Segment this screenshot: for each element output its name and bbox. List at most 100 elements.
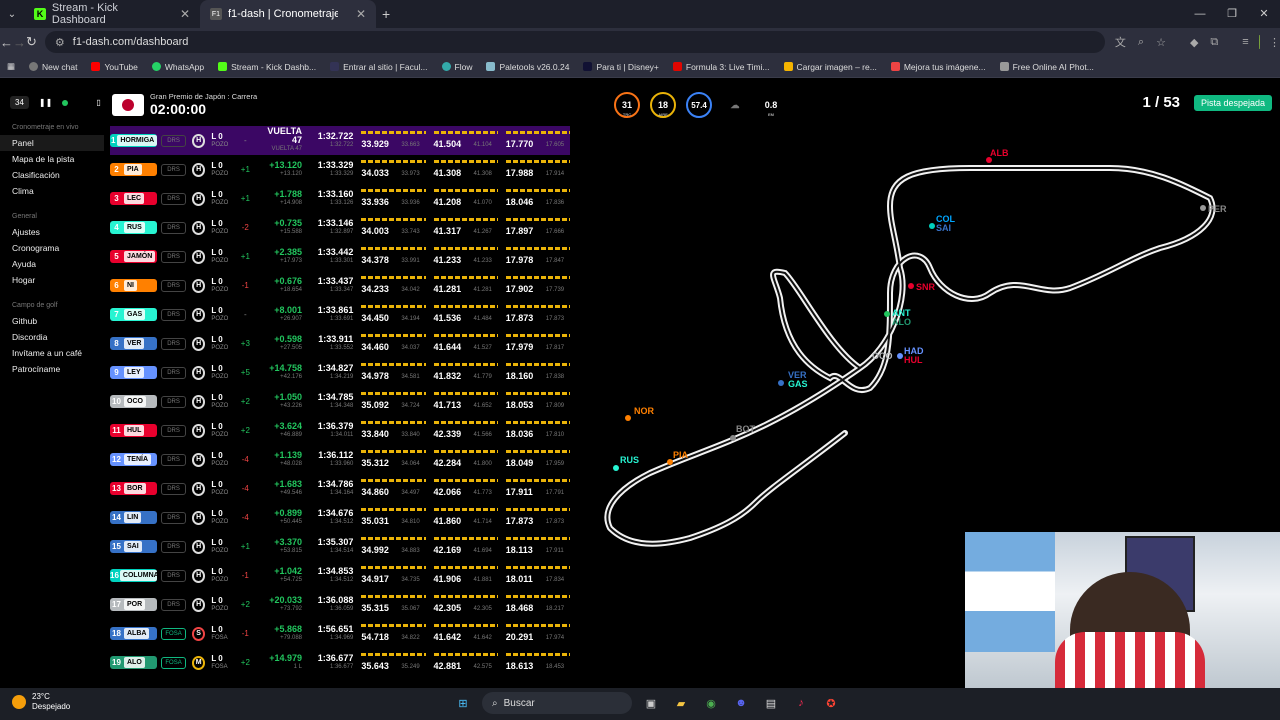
driver-row[interactable]: 9 LEY DRS H L 0 POZO +5 +14.758 +42.176 1:3…: [110, 358, 570, 387]
tyre-compound-icon: H: [191, 394, 206, 409]
track-map: ALB PER COL SAI SNR ANT ALO HAD HUL OCO …: [604, 148, 1227, 547]
bookmark-item[interactable]: Mejora tus imágene...: [884, 62, 993, 72]
sector-2: 41.860 41.714: [433, 506, 498, 530]
tiktok-icon[interactable]: ♪: [790, 692, 812, 714]
drs-indicator: DRS: [161, 540, 186, 553]
drs-indicator: FOSA: [161, 627, 186, 640]
driver-row[interactable]: 15 SAI DRS H L 0 POZO +1 +3.370 +53.815 1:3…: [110, 532, 570, 561]
driver-row[interactable]: 1 HORMIGA DRS H L 0 POZO - VUELTA 47 VUELTA…: [110, 126, 570, 155]
meeting-name: Gran Premio de Japón : Carrera: [150, 92, 258, 101]
close-window-button[interactable]: ✕: [1248, 0, 1280, 28]
reload-icon[interactable]: ↻: [26, 34, 37, 50]
drs-indicator: DRS: [161, 163, 186, 176]
driver-position-badge: 13 BOR: [110, 482, 158, 495]
driver-row[interactable]: 4 RUS DRS H L 0 POZO -2 +0.735 +15.588 1:33…: [110, 213, 570, 242]
bookmark-item[interactable]: Flow: [435, 62, 480, 72]
site-info-icon[interactable]: ⚙: [55, 36, 65, 49]
driver-row[interactable]: 16 COLUMNA DRS H L 0 POZO -1 +1.042 +54.725…: [110, 561, 570, 590]
sidebar-item-github[interactable]: Github: [0, 313, 108, 329]
extensions-icon[interactable]: ◆: [1190, 36, 1198, 49]
sidebar-item-panel[interactable]: Panel: [0, 135, 104, 151]
close-icon[interactable]: ✕: [180, 7, 190, 21]
sidebar-toggle-icon[interactable]: ▯: [96, 98, 100, 107]
url-field[interactable]: ⚙ f1-dash.com/dashboard: [44, 31, 1105, 53]
minimize-button[interactable]: —: [1184, 0, 1216, 28]
sidebar-item-coffee[interactable]: Invítame a un café: [0, 345, 108, 361]
taskbar-weather[interactable]: 23°C Despejado: [12, 692, 70, 712]
apps-icon[interactable]: ▦: [0, 61, 22, 72]
pit-info: L 0 POZO: [211, 363, 229, 380]
driver-position-badge: 15 SAI: [110, 540, 158, 553]
bookmark-item[interactable]: Paletools v26.0.24: [479, 62, 576, 72]
tab-f1dash[interactable]: F1 f1-dash | Cronometraje en vivo ✕: [200, 0, 376, 28]
driver-row[interactable]: 18 ALBA FOSA S L 0 FOSA -1 +5.868 +79.088 1…: [110, 619, 570, 648]
sector-3: 18.160 17.838: [505, 361, 570, 385]
tyre-compound-icon: H: [191, 162, 206, 177]
driver-row[interactable]: 10 OCO DRS H L 0 POZO +2 +1.050 +43.226 1:3…: [110, 387, 570, 416]
pit-info: L 0 POZO: [211, 160, 229, 177]
forward-icon[interactable]: →: [13, 35, 26, 50]
new-tab-button[interactable]: +: [382, 6, 390, 22]
sidebar-item-weather[interactable]: Clima: [0, 183, 108, 199]
tab-kick[interactable]: K Stream - Kick Dashboard ✕: [24, 0, 200, 28]
driver-row[interactable]: 11 HUL DRS H L 0 POZO +2 +3.624 +46.889 1:3…: [110, 416, 570, 445]
windows-start-icon[interactable]: ⊞: [452, 692, 474, 714]
bookmark-item[interactable]: WhatsApp: [145, 62, 211, 72]
sidebar-item-help[interactable]: Ayuda: [0, 256, 108, 272]
sidebar-item-track-map[interactable]: Mapa de la pista: [0, 151, 108, 167]
bookmark-item[interactable]: Entrar al sitio | Facul...: [323, 62, 434, 72]
taskbar-search[interactable]: ⌕ Buscar: [482, 692, 632, 714]
translate-icon[interactable]: 文: [1115, 34, 1126, 50]
driver-row[interactable]: 19 ALO FOSA M L 0 FOSA +2 +14.979 1 L 1:36.…: [110, 648, 570, 677]
gap-interval: +8.001 +26.907: [274, 304, 302, 322]
lap-time: 1:35.307 1:34.514: [317, 536, 354, 554]
driver-row[interactable]: 14 LIN DRS H L 0 POZO -4 +0.899 +50.445 1:3…: [110, 503, 570, 532]
air-temp-gauge: 18 AIRE: [650, 92, 676, 118]
sector-1: 35.315 35.067: [361, 593, 426, 617]
file-explorer-icon[interactable]: ▰: [670, 692, 692, 714]
sidebar-item-sponsor[interactable]: Patrocíname: [0, 361, 108, 377]
notepad-icon[interactable]: ▤: [760, 692, 782, 714]
driver-row[interactable]: 13 BOR DRS H L 0 POZO -4 +1.683 +49.546 1:3…: [110, 474, 570, 503]
bookmark-item[interactable]: YouTube: [84, 62, 144, 72]
sector-3: 18.613 18.453: [505, 651, 570, 675]
driver-row[interactable]: 5 JAMÓN DRS H L 0 POZO +1 +2.385 +17.973 1:…: [110, 242, 570, 271]
bookmark-item[interactable]: Stream - Kick Dashb...: [211, 62, 323, 72]
close-icon[interactable]: ✕: [356, 7, 366, 21]
gap-interval: +1.788 +14.908: [274, 188, 302, 206]
app-icon[interactable]: ✪: [820, 692, 842, 714]
chrome-icon[interactable]: ◉: [700, 692, 722, 714]
driver-row[interactable]: 17 POR DRS H L 0 POZO +2 +20.033 +73.792 1:…: [110, 590, 570, 619]
discord-icon[interactable]: ☻: [730, 692, 752, 714]
driver-row[interactable]: 12 TENÍA DRS H L 0 POZO -4 +1.139 +48.028 1…: [110, 445, 570, 474]
pause-icon[interactable]: ❚❚: [39, 98, 52, 107]
bookmark-item[interactable]: Cargar imagen – re...: [777, 62, 884, 72]
driver-row[interactable]: 7 GAS DRS H L 0 POZO - +8.001 +26.907 1:33.…: [110, 300, 570, 329]
sidebar-item-discord[interactable]: Discordia: [0, 329, 108, 345]
driver-row[interactable]: 6 NI DRS H L 0 POZO -1 +0.676 +18.654 1:33.…: [110, 271, 570, 300]
bookmark-item[interactable]: New chat: [22, 62, 84, 72]
sidebar-item-schedule[interactable]: Cronograma: [0, 240, 108, 256]
positions-gained: -1: [241, 571, 249, 580]
sidebar-item-settings[interactable]: Ajustes: [0, 224, 108, 240]
sidebar-item-standings[interactable]: Clasificación: [0, 167, 108, 183]
task-view-icon[interactable]: ▣: [640, 692, 662, 714]
back-icon[interactable]: ←: [0, 35, 13, 50]
menu-icon[interactable]: ⋮: [1269, 36, 1280, 49]
tyre-compound-icon: H: [191, 452, 206, 467]
driver-row[interactable]: 8 VER DRS H L 0 POZO +3 +0.598 +27.505 1:33…: [110, 329, 570, 358]
sidebar-item-home[interactable]: Hogar: [0, 272, 108, 288]
media-icon[interactable]: ≡: [1242, 36, 1248, 48]
bookmark-item[interactable]: Formula 3: Live Timi...: [666, 62, 777, 72]
bookmark-item[interactable]: Para ti | Disney+: [576, 62, 665, 72]
driver-row[interactable]: 3 LEC DRS H L 0 POZO +1 +1.788 +14.908 1:33…: [110, 184, 570, 213]
bookmark-item[interactable]: Free Online AI Phot...: [993, 62, 1101, 72]
tab-search-icon[interactable]: ⌄: [0, 9, 24, 20]
lap-time: 1:33.911 1:33.552: [318, 333, 354, 351]
pit-info: L 0 POZO: [211, 305, 229, 322]
maximize-button[interactable]: ❐: [1216, 0, 1248, 28]
zoom-icon[interactable]: ⌕: [1138, 36, 1144, 49]
star-icon[interactable]: ☆: [1156, 36, 1166, 49]
driver-row[interactable]: 2 PIA DRS H L 0 POZO +1 +13.120 +13.120 1:3…: [110, 155, 570, 184]
puzzle-icon[interactable]: ⧉: [1210, 36, 1218, 49]
